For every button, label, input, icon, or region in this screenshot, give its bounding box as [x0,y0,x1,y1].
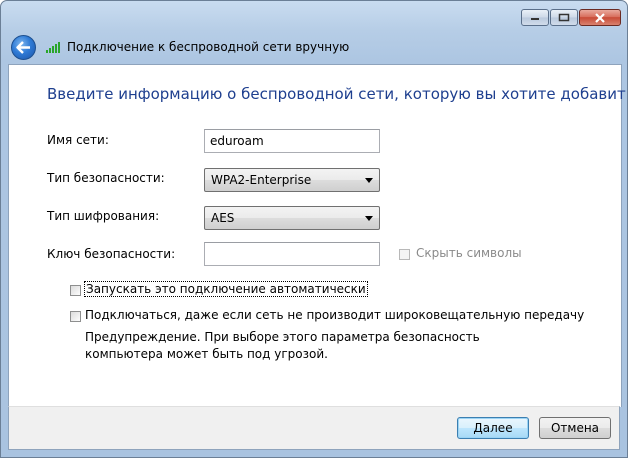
window-title: Подключение к беспроводной сети вручную [67,40,350,54]
hide-characters-label: Скрыть символы [416,246,522,260]
chevron-down-icon [365,178,373,183]
maximize-button[interactable] [550,9,578,26]
next-button[interactable]: Далее [457,417,529,439]
security-type-select[interactable]: WPA2-Enterprise [204,168,380,192]
auto-connect-label: Запускать это подключение автоматически [84,281,368,297]
security-key-label: Ключ безопасности: [47,247,176,261]
maximize-icon [558,13,570,22]
network-name-input[interactable]: eduroam [204,129,380,153]
encryption-type-value: AES [211,211,235,225]
wireless-signal-icon [46,41,60,53]
security-type-value: WPA2-Enterprise [211,173,312,187]
hide-characters-checkbox[interactable] [399,249,410,260]
network-name-label: Имя сети: [47,133,109,147]
connect-hidden-checkbox[interactable] [70,311,81,322]
page-heading: Введите информацию о беспроводной сети, … [47,85,628,103]
minimize-button[interactable] [521,9,549,26]
caption-buttons [521,9,621,26]
client-area: Введите информацию о беспроводной сети, … [8,64,627,407]
close-icon [595,12,605,23]
dialog-window: Подключение к беспроводной сети вручную … [0,0,628,458]
cancel-button[interactable]: Отмена [539,417,611,439]
encryption-type-label: Тип шифрования: [47,209,160,223]
back-arrow-icon [16,40,30,54]
minimize-icon [531,17,539,20]
auto-connect-label-wrap: Запускать это подключение автоматически [84,281,368,297]
header-row: Подключение к беспроводной сети вручную [11,33,349,61]
warning-text: Предупреждение. При выборе этого парамет… [85,330,480,361]
back-button[interactable] [11,34,36,60]
close-button[interactable] [579,9,621,26]
button-bar: Далее Отмена [8,406,620,450]
connect-hidden-label: Подключаться, даже если сеть не производ… [85,308,585,322]
security-type-label: Тип безопасности: [47,171,165,185]
security-key-input[interactable] [204,242,380,266]
chevron-down-icon [365,216,373,221]
encryption-type-select[interactable]: AES [204,206,380,230]
auto-connect-checkbox[interactable] [70,285,81,296]
